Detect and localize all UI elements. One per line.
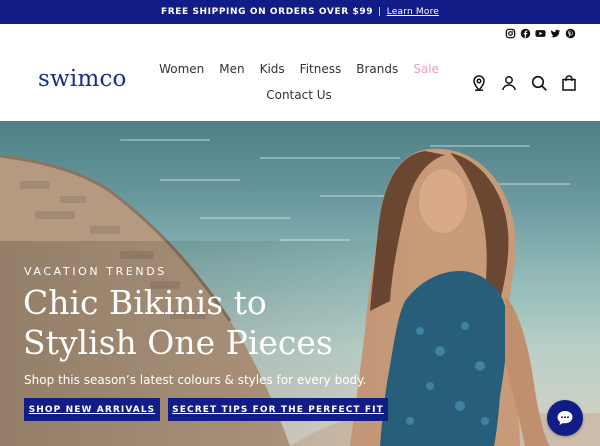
- nav-sale[interactable]: Sale: [413, 58, 439, 81]
- cart-icon[interactable]: [560, 74, 578, 92]
- hero-subtext: Shop this season’s latest colours & styl…: [24, 373, 367, 387]
- swimco-logo[interactable]: swimco: [38, 66, 127, 92]
- announcement-text: FREE SHIPPING ON ORDERS OVER $99: [160, 7, 374, 17]
- learn-more-link[interactable]: Learn More: [387, 7, 439, 17]
- social-links: [505, 28, 576, 40]
- chat-button[interactable]: [547, 400, 583, 436]
- main-nav: Women Men Kids Fitness Brands Sale Conta…: [150, 58, 448, 107]
- search-icon[interactable]: [530, 74, 548, 92]
- header-tools: [470, 74, 578, 92]
- hero-banner[interactable]: VACATION TRENDS Chic Bikinis to Stylish …: [0, 121, 600, 446]
- nav-brands[interactable]: Brands: [356, 58, 398, 81]
- announcement-bar: FREE SHIPPING ON ORDERS OVER $99 | Learn…: [0, 0, 600, 24]
- shop-new-arrivals-button[interactable]: SHOP NEW ARRIVALS: [24, 398, 160, 421]
- pinterest-icon[interactable]: [565, 28, 576, 39]
- instagram-icon[interactable]: [505, 28, 516, 39]
- location-icon[interactable]: [470, 74, 488, 92]
- hero-eyebrow: VACATION TRENDS: [24, 265, 167, 278]
- nav-kids[interactable]: Kids: [260, 58, 285, 81]
- announcement-separator: |: [378, 7, 382, 17]
- nav-women[interactable]: Women: [159, 58, 204, 81]
- hero-headline-line1: Chic Bikinis to: [23, 283, 267, 322]
- hero-headline-line2: Stylish One Pieces: [23, 323, 333, 362]
- youtube-icon[interactable]: [535, 28, 546, 39]
- nav-contact-us[interactable]: Contact Us: [266, 84, 332, 107]
- nav-fitness[interactable]: Fitness: [300, 58, 342, 81]
- facebook-icon[interactable]: [520, 28, 531, 39]
- nav-men[interactable]: Men: [219, 58, 244, 81]
- secret-tips-button[interactable]: SECRET TIPS FOR THE PERFECT FIT: [168, 398, 388, 421]
- account-icon[interactable]: [500, 74, 518, 92]
- chat-icon: [557, 411, 573, 425]
- twitter-icon[interactable]: [550, 28, 561, 39]
- hero-headline: Chic Bikinis to Stylish One Pieces: [23, 283, 333, 363]
